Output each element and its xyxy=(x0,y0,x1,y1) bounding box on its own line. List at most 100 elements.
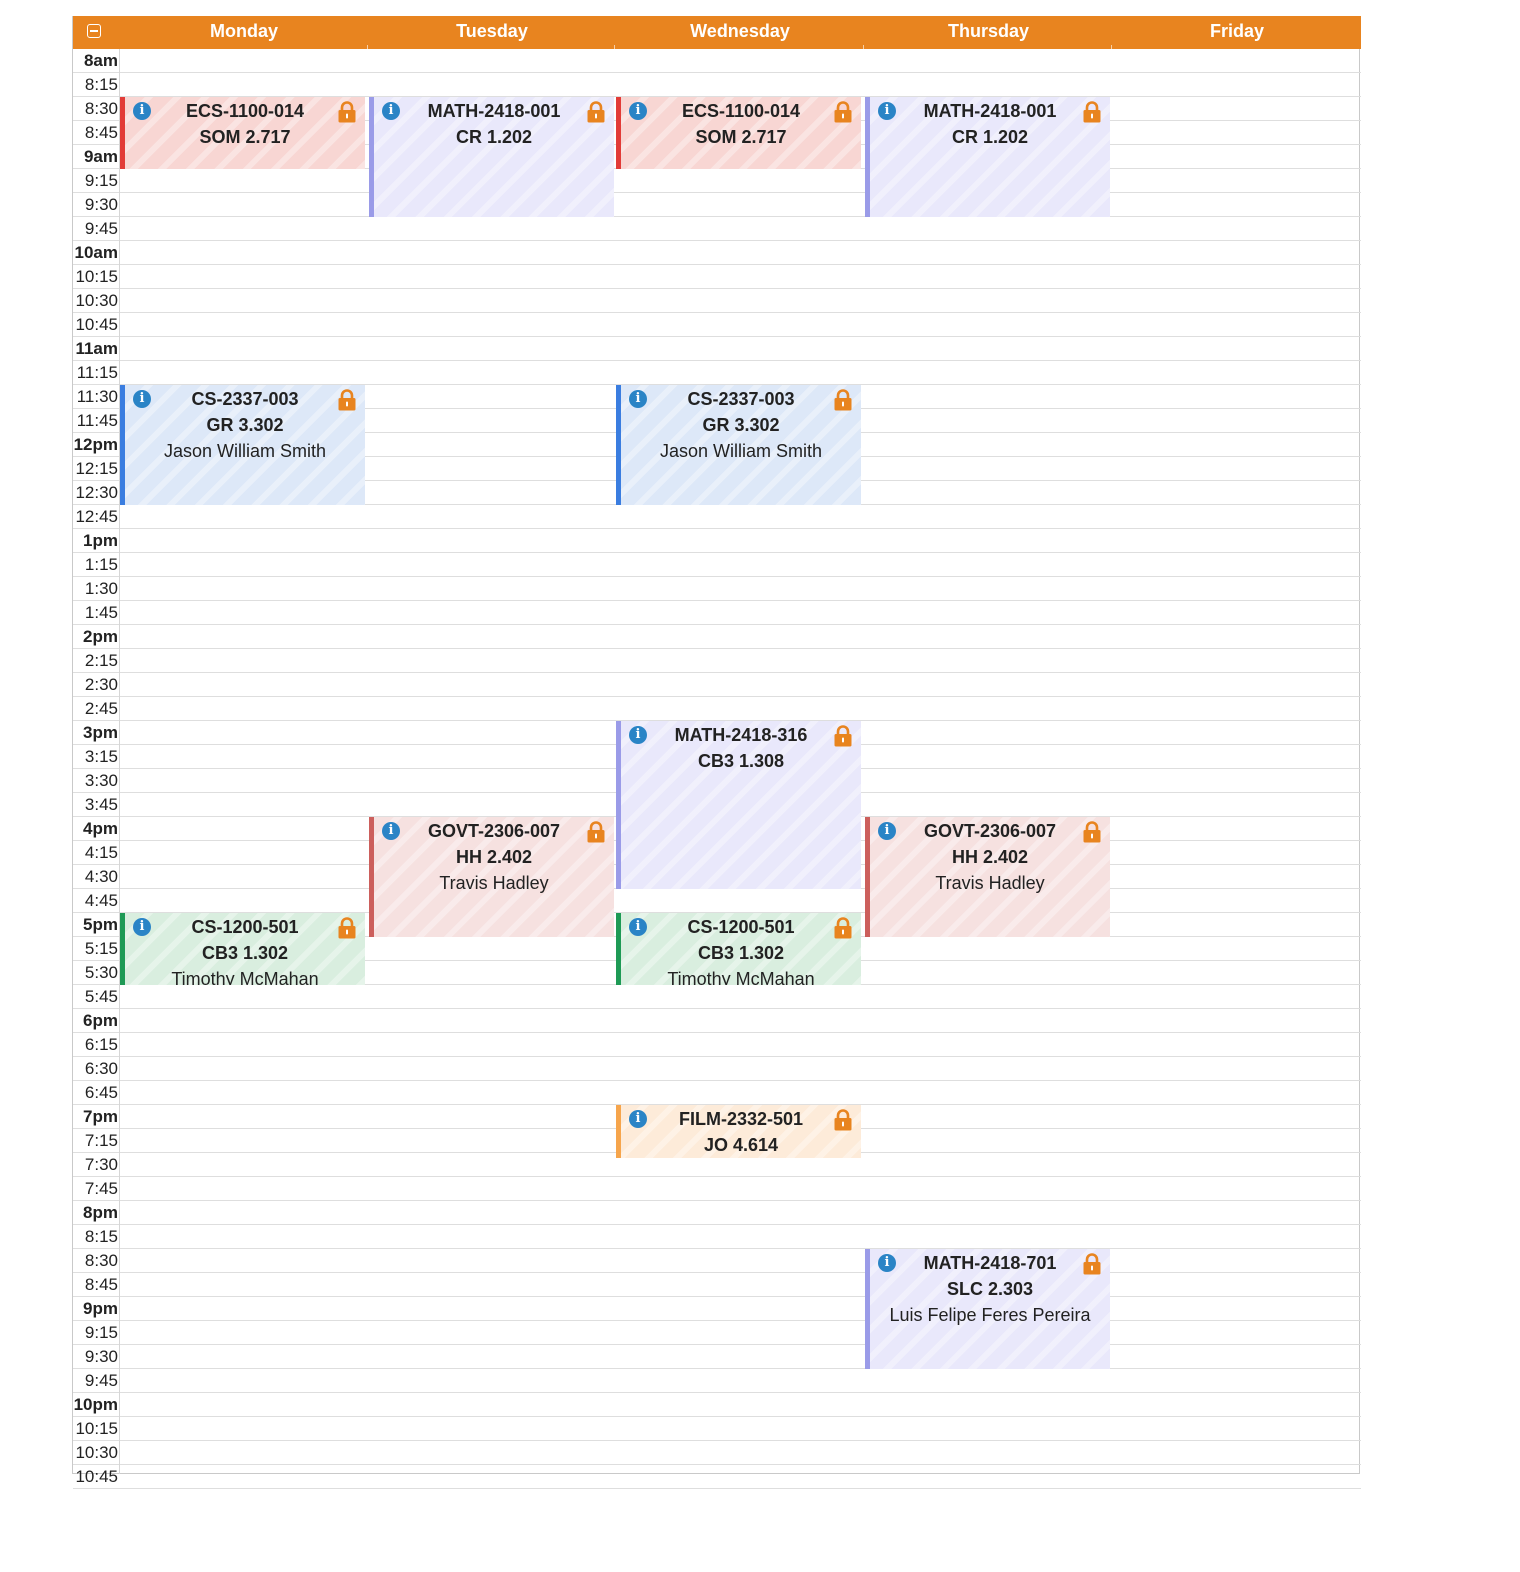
time-label: 10:45 xyxy=(75,315,118,334)
time-row[interactable]: 9:30 xyxy=(73,193,1361,217)
day-header-thursday: Thursday xyxy=(865,16,1112,49)
lock-icon[interactable] xyxy=(337,101,357,123)
time-row[interactable]: 12:45 xyxy=(73,505,1361,529)
class-event-math-2418-001[interactable]: i MATH-2418-001 CR 1.202 xyxy=(369,97,614,217)
info-icon[interactable]: i xyxy=(629,1110,647,1128)
class-event-cs-1200-501[interactable]: i CS-1200-501 CB3 1.302 Timothy McMahan xyxy=(616,913,861,985)
time-row[interactable]: 4:45 xyxy=(73,889,1361,913)
time-row[interactable]: 8am xyxy=(73,49,1361,73)
time-label: 9:30 xyxy=(84,1347,118,1366)
time-row[interactable]: 2:15 xyxy=(73,649,1361,673)
time-row[interactable]: 11am xyxy=(73,337,1361,361)
class-event-cs-2337-003[interactable]: i CS-2337-003 GR 3.302 Jason William Smith xyxy=(616,385,861,505)
info-icon[interactable]: i xyxy=(629,102,647,120)
time-row[interactable]: 9:15 xyxy=(73,1321,1361,1345)
class-event-film-2332-501[interactable]: i FILM-2332-501 JO 4.614 xyxy=(616,1105,861,1158)
class-event-ecs-1100-014[interactable]: i ECS-1100-014 SOM 2.717 xyxy=(120,97,365,169)
time-label: 5:45 xyxy=(84,987,118,1006)
time-row[interactable]: 8:15 xyxy=(73,1225,1361,1249)
time-row[interactable]: 10:30 xyxy=(73,289,1361,313)
lock-icon[interactable] xyxy=(833,101,853,123)
room-location: CR 1.202 xyxy=(455,127,533,147)
info-icon[interactable]: i xyxy=(629,390,647,408)
time-label: 4:45 xyxy=(84,891,118,910)
time-row[interactable]: 8:30 xyxy=(73,1249,1361,1273)
time-label: 5pm xyxy=(83,915,118,934)
room-location: SOM 2.717 xyxy=(199,127,291,147)
time-row[interactable]: 2:45 xyxy=(73,697,1361,721)
time-row[interactable]: 9:15 xyxy=(73,169,1361,193)
class-event-govt-2306-007[interactable]: i GOVT-2306-007 HH 2.402 Travis Hadley xyxy=(369,817,614,937)
time-row[interactable]: 8:45 xyxy=(73,1273,1361,1297)
class-event-cs-2337-003[interactable]: i CS-2337-003 GR 3.302 Jason William Smith xyxy=(120,385,365,505)
instructor-name: Timothy McMahan xyxy=(667,969,815,985)
collapse-icon[interactable] xyxy=(87,24,101,38)
class-event-math-2418-001[interactable]: i MATH-2418-001 CR 1.202 xyxy=(865,97,1110,217)
time-label: 1:45 xyxy=(84,603,118,622)
info-icon[interactable]: i xyxy=(382,102,400,120)
class-event-cs-1200-501[interactable]: i CS-1200-501 CB3 1.302 Timothy McMahan xyxy=(120,913,365,985)
time-row[interactable]: 11:15 xyxy=(73,361,1361,385)
lock-icon[interactable] xyxy=(833,917,853,939)
info-icon[interactable]: i xyxy=(878,822,896,840)
time-row[interactable]: 9:45 xyxy=(73,1369,1361,1393)
lock-icon[interactable] xyxy=(833,725,853,747)
time-row[interactable]: 7:45 xyxy=(73,1177,1361,1201)
time-row[interactable]: 2:30 xyxy=(73,673,1361,697)
time-row[interactable]: 10:15 xyxy=(73,1417,1361,1441)
info-icon[interactable]: i xyxy=(878,102,896,120)
lock-icon[interactable] xyxy=(1082,101,1102,123)
lock-icon[interactable] xyxy=(586,101,606,123)
time-row[interactable]: 6:30 xyxy=(73,1057,1361,1081)
time-row[interactable]: 8pm xyxy=(73,1201,1361,1225)
time-row[interactable]: 8:15 xyxy=(73,73,1361,97)
time-row[interactable]: 6:15 xyxy=(73,1033,1361,1057)
time-row[interactable]: 5:45 xyxy=(73,985,1361,1009)
class-event-math-2418-701[interactable]: i MATH-2418-701 SLC 2.303 Luis Felipe Feres… xyxy=(865,1249,1110,1369)
time-row[interactable]: 6pm xyxy=(73,1009,1361,1033)
info-icon[interactable]: i xyxy=(133,918,151,936)
lock-icon[interactable] xyxy=(337,917,357,939)
lock-icon[interactable] xyxy=(833,389,853,411)
time-label: 10:15 xyxy=(75,267,118,286)
class-event-ecs-1100-014[interactable]: i ECS-1100-014 SOM 2.717 xyxy=(616,97,861,169)
time-row[interactable]: 10:45 xyxy=(73,313,1361,337)
time-row[interactable]: 9pm xyxy=(73,1297,1361,1321)
time-label: 8:30 xyxy=(84,99,118,118)
info-icon[interactable]: i xyxy=(133,102,151,120)
time-row[interactable]: 9:45 xyxy=(73,217,1361,241)
lock-icon[interactable] xyxy=(337,389,357,411)
room-location: HH 2.402 xyxy=(455,847,533,867)
time-row[interactable]: 10:30 xyxy=(73,1441,1361,1465)
course-code: FILM-2332-501 xyxy=(678,1109,804,1129)
time-label: 4pm xyxy=(83,819,118,838)
time-label: 8:30 xyxy=(84,1251,118,1270)
lock-icon[interactable] xyxy=(833,1109,853,1131)
time-label: 1:30 xyxy=(84,579,118,598)
time-row[interactable]: 10am xyxy=(73,241,1361,265)
time-label: 2:45 xyxy=(84,699,118,718)
time-row[interactable]: 1:15 xyxy=(73,553,1361,577)
time-row[interactable]: 1:30 xyxy=(73,577,1361,601)
info-icon[interactable]: i xyxy=(629,726,647,744)
time-label: 2pm xyxy=(83,627,118,646)
course-code: GOVT-2306-007 xyxy=(923,821,1057,841)
info-icon[interactable]: i xyxy=(133,390,151,408)
time-row[interactable]: 10:15 xyxy=(73,265,1361,289)
time-row[interactable]: 10:45 xyxy=(73,1465,1361,1489)
lock-icon[interactable] xyxy=(1082,821,1102,843)
time-row[interactable]: 2pm xyxy=(73,625,1361,649)
info-icon[interactable]: i xyxy=(878,1254,896,1272)
class-event-govt-2306-007[interactable]: i GOVT-2306-007 HH 2.402 Travis Hadley xyxy=(865,817,1110,937)
lock-icon[interactable] xyxy=(1082,1253,1102,1275)
time-row[interactable]: 1pm xyxy=(73,529,1361,553)
course-code: CS-1200-501 xyxy=(687,917,795,937)
time-row[interactable]: 6:45 xyxy=(73,1081,1361,1105)
time-row[interactable]: 9:30 xyxy=(73,1345,1361,1369)
time-row[interactable]: 1:45 xyxy=(73,601,1361,625)
lock-icon[interactable] xyxy=(586,821,606,843)
info-icon[interactable]: i xyxy=(629,918,647,936)
info-icon[interactable]: i xyxy=(382,822,400,840)
time-row[interactable]: 10pm xyxy=(73,1393,1361,1417)
class-event-math-2418-316[interactable]: i MATH-2418-316 CB3 1.308 xyxy=(616,721,861,889)
